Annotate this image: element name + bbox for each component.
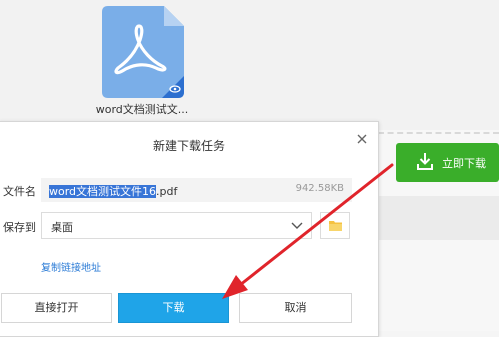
filename-label: 文件名	[3, 185, 36, 198]
open-directly-button[interactable]: 直接打开	[1, 293, 112, 323]
file-size: 942.58KB	[295, 183, 344, 194]
download-button[interactable]: 下载	[118, 293, 229, 323]
filename-input[interactable]: word文档测试文件16.pdf 942.58KB	[41, 178, 352, 202]
file-card[interactable]: word文档测试文...	[92, 4, 192, 116]
copy-link-address[interactable]: 复制链接地址	[41, 259, 101, 274]
save-location-value: 桌面	[51, 221, 73, 234]
folder-icon	[329, 221, 342, 231]
download-icon	[417, 153, 433, 170]
file-name: word文档测试文...	[95, 103, 189, 116]
browse-folder-button[interactable]	[320, 212, 350, 239]
dialog-title: 新建下载任务	[152, 139, 225, 153]
new-download-dialog: 新建下载任务 文件名 word文档测试文件16.pdf 942.58KB 保存到…	[0, 121, 379, 337]
instant-download-button[interactable]: 立即下载	[396, 143, 499, 182]
chevron-down-icon	[291, 222, 303, 229]
instant-download-label: 立即下载	[442, 157, 486, 170]
save-to-label: 保存到	[3, 221, 36, 234]
filename-selected: word文档测试文件16	[49, 185, 157, 198]
pdf-file-icon	[102, 6, 184, 98]
cancel-button[interactable]: 取消	[239, 293, 352, 323]
save-location-select[interactable]: 桌面	[41, 212, 312, 239]
close-icon[interactable]	[354, 131, 370, 147]
dashed-divider	[378, 132, 499, 134]
background-top	[0, 0, 499, 135]
filename-ext: .pdf	[156, 185, 178, 198]
gray-band	[378, 196, 499, 240]
